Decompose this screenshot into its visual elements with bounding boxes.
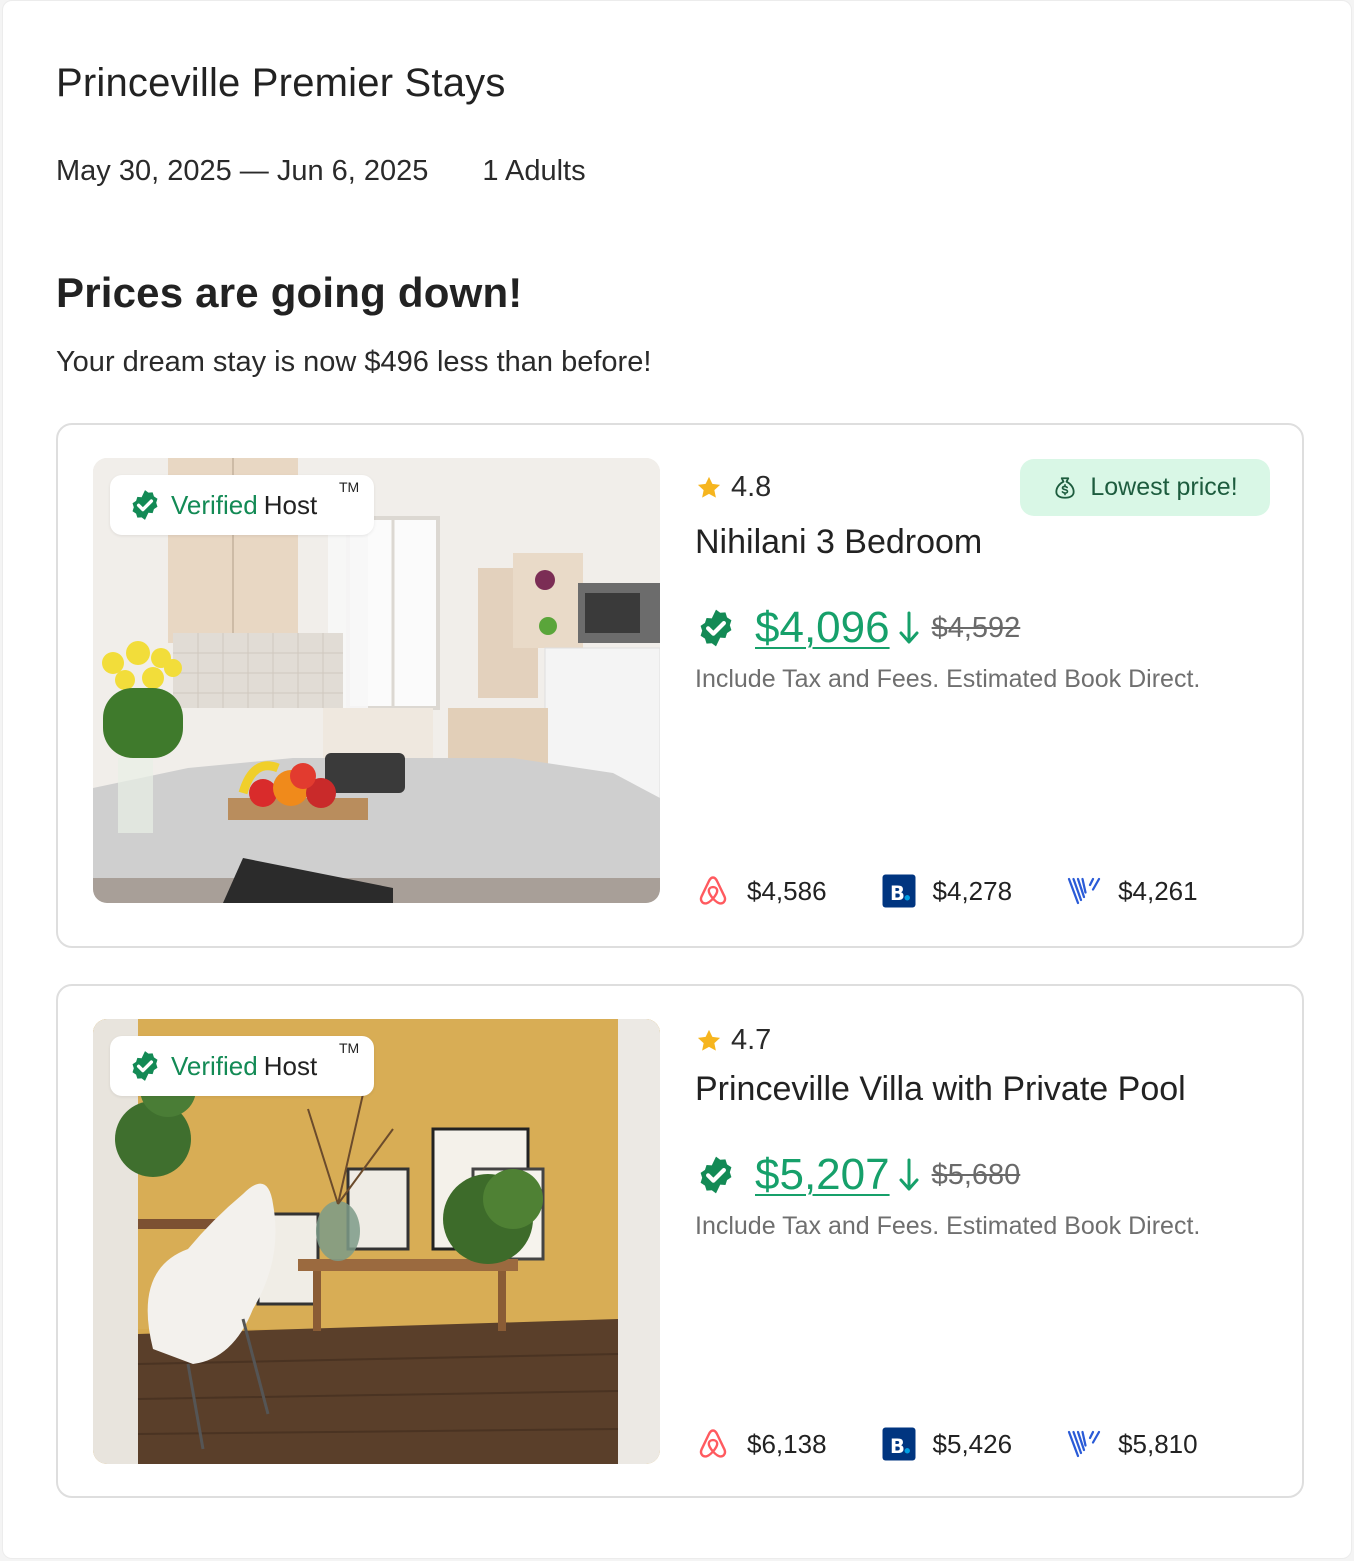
- airbnb-logo-icon: [699, 1429, 727, 1458]
- svg-text:B: B: [890, 1435, 905, 1458]
- listing-card[interactable]: Verified Host TM 4.8 Lowest price! Nihil…: [56, 423, 1304, 948]
- verified-check-icon: [700, 1156, 732, 1194]
- booking-logo-icon: B: [882, 1427, 916, 1461]
- rating-value: 4.7: [731, 1024, 772, 1056]
- vrbo-logo-icon: [1067, 1430, 1101, 1458]
- verified-check-icon: [132, 1051, 158, 1081]
- price-row: $5,207 $5,680: [695, 1150, 1020, 1200]
- rating-value: 4.8: [731, 471, 772, 503]
- trademark-mark: TM: [339, 1040, 360, 1056]
- verified-host-badge: Verified Host TM: [110, 475, 374, 535]
- verified-check-icon: [700, 609, 732, 647]
- listing-photo-kitchen[interactable]: Verified Host TM: [93, 458, 660, 903]
- page-title: Princeville Premier Stays: [56, 61, 506, 105]
- direct-price-link[interactable]: $5,207: [755, 1150, 890, 1200]
- ota-airbnb[interactable]: $4,586: [695, 873, 827, 909]
- ota-vrbo[interactable]: $4,261: [1066, 873, 1198, 909]
- verified-label: Verified: [171, 489, 258, 520]
- ota-vrbo[interactable]: $5,810: [1066, 1426, 1198, 1462]
- booking-logo-icon: B: [882, 874, 916, 908]
- star-icon: [697, 476, 721, 498]
- old-price: $4,592: [931, 611, 1021, 644]
- listing-info: 4.7 Princeville Villa with Private Pool …: [695, 986, 1270, 1496]
- arrow-down-icon: [899, 611, 919, 644]
- price-drop-message: Your dream stay is now $496 less than be…: [56, 346, 652, 378]
- old-price: $5,680: [931, 1158, 1021, 1191]
- ota-vrbo-price: $5,810: [1118, 1428, 1198, 1459]
- airbnb-logo-icon: [699, 876, 727, 905]
- lowest-price-label: Lowest price!: [1090, 473, 1238, 501]
- verified-host-badge: Verified Host TM: [110, 1036, 374, 1096]
- listing-name[interactable]: Princeville Villa with Private Pool: [695, 1070, 1186, 1109]
- price-note: Include Tax and Fees. Estimated Book Dir…: [695, 665, 1201, 693]
- arrow-down-icon: [899, 1158, 919, 1191]
- ota-price-comparison: $4,586 B $4,278 $4,261: [695, 873, 1198, 909]
- ota-booking[interactable]: B $5,426: [881, 1426, 1013, 1462]
- email-container: Princeville Premier Stays May 30, 2025 —…: [2, 0, 1352, 1559]
- ota-airbnb-price: $4,586: [747, 875, 827, 906]
- svg-text:B: B: [890, 882, 905, 905]
- ota-booking[interactable]: B $4,278: [881, 873, 1013, 909]
- ota-airbnb-price: $6,138: [747, 1428, 827, 1459]
- ota-vrbo-price: $4,261: [1118, 875, 1198, 906]
- listing-photo-living[interactable]: Verified Host TM: [93, 1019, 660, 1464]
- listing-card[interactable]: Verified Host TM 4.7 Princeville Villa w…: [56, 984, 1304, 1498]
- guest-count: 1 Adults: [482, 155, 586, 187]
- lowest-price-badge: Lowest price!: [1020, 459, 1270, 516]
- verified-label: Verified: [171, 1050, 258, 1081]
- ota-airbnb[interactable]: $6,138: [695, 1426, 827, 1462]
- price-note: Include Tax and Fees. Estimated Book Dir…: [695, 1212, 1201, 1240]
- vrbo-logo-icon: [1067, 877, 1101, 905]
- star-icon: [697, 1029, 721, 1051]
- listing-info: 4.8 Lowest price! Nihilani 3 Bedroom $4,…: [695, 425, 1270, 946]
- ota-booking-price: $5,426: [932, 1428, 1013, 1459]
- rating: 4.7: [695, 1024, 771, 1057]
- direct-price-link[interactable]: $4,096: [755, 603, 890, 653]
- rating: 4.8: [695, 471, 771, 504]
- trip-details: May 30, 2025 — Jun 6, 2025 1 Adults: [56, 155, 586, 188]
- listing-name[interactable]: Nihilani 3 Bedroom: [695, 523, 982, 562]
- trademark-mark: TM: [339, 479, 360, 495]
- ota-price-comparison: $6,138 B $5,426 $5,810: [695, 1426, 1198, 1462]
- money-bag-icon: [1055, 476, 1075, 499]
- verified-check-icon: [132, 490, 158, 520]
- price-row: $4,096 $4,592: [695, 603, 1020, 653]
- ota-booking-price: $4,278: [932, 875, 1013, 906]
- price-drop-headline: Prices are going down!: [56, 269, 523, 316]
- trip-dates: May 30, 2025 — Jun 6, 2025: [56, 155, 429, 187]
- host-label: Host: [263, 489, 318, 520]
- host-label: Host: [263, 1050, 318, 1081]
